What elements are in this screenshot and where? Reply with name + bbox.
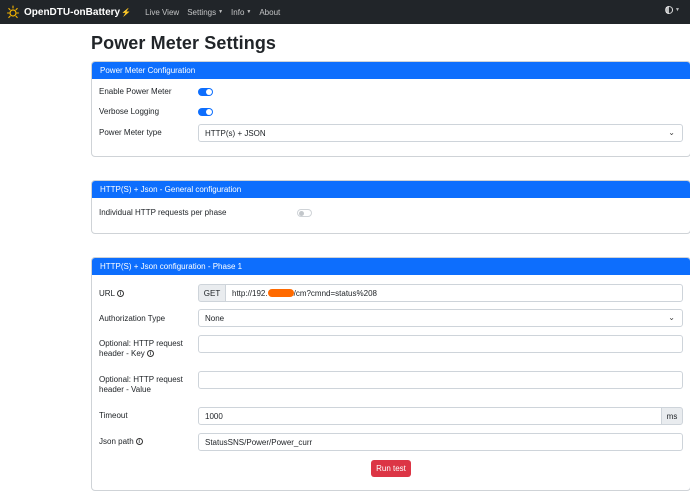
theme-toggle[interactable]: ▼ xyxy=(665,6,680,14)
brand-link[interactable]: OpenDTU-onBattery ⚡ xyxy=(6,5,131,19)
chevron-down-icon: ▼ xyxy=(246,9,252,15)
header-key-label-line1: Optional: HTTP request xyxy=(99,339,183,348)
info-icon[interactable]: i xyxy=(117,290,125,298)
card-header: HTTP(S) + Json configuration - Phase 1 xyxy=(92,258,690,275)
enable-power-meter-toggle[interactable] xyxy=(198,88,213,96)
header-key-label-line2: header - Key xyxy=(99,349,145,358)
card-header: HTTP(S) + Json - General configuration xyxy=(92,181,690,198)
bolt-icon: ⚡ xyxy=(121,7,132,17)
phase1-config-card: HTTP(S) + Json configuration - Phase 1 U… xyxy=(91,257,690,491)
timeout-unit-addon: ms xyxy=(661,407,683,425)
nav-live-view[interactable]: Live View xyxy=(145,8,179,17)
url-value-suffix: /cm?cmnd=status%208 xyxy=(293,288,377,298)
timeout-label: Timeout xyxy=(99,411,128,420)
json-path-label: Json path i xyxy=(99,437,143,447)
redaction-mark xyxy=(267,289,294,297)
url-label: URL i xyxy=(99,289,125,299)
url-method: GET xyxy=(203,288,221,298)
nav-about[interactable]: About xyxy=(259,8,280,17)
card-header: Power Meter Configuration xyxy=(92,62,690,79)
chevron-down-icon: ▼ xyxy=(675,7,680,13)
info-icon[interactable]: i xyxy=(146,350,154,358)
navbar: OpenDTU-onBattery ⚡ Live View Settings ▼… xyxy=(0,0,690,24)
power-meter-config-card: Power Meter Configuration Enable Power M… xyxy=(91,61,690,157)
power-meter-type-value: HTTP(s) + JSON xyxy=(205,128,266,138)
chevron-down-icon: ⌄ xyxy=(668,313,675,322)
info-icon[interactable]: i xyxy=(135,438,143,446)
header-key-input[interactable] xyxy=(198,335,683,353)
page-title: Power Meter Settings xyxy=(91,33,277,53)
json-path-input[interactable]: StatusSNS/Power/Power_curr xyxy=(198,433,683,451)
nav-info[interactable]: Info ▼ xyxy=(231,8,251,17)
nav-settings[interactable]: Settings ▼ xyxy=(187,8,223,17)
url-method-addon: GET xyxy=(198,284,226,302)
sun-logo-icon xyxy=(6,5,20,19)
header-value-input[interactable] xyxy=(198,371,683,389)
header-value-label-line2: header - Value xyxy=(99,385,151,394)
individual-requests-label: Individual HTTP requests per phase xyxy=(99,208,227,217)
power-meter-type-select[interactable]: HTTP(s) + JSON ⌄ xyxy=(198,124,683,142)
header-value-label-line1: Optional: HTTP request xyxy=(99,375,183,384)
auth-type-label: Authorization Type xyxy=(99,314,166,323)
auth-type-select[interactable]: None ⌄ xyxy=(198,309,683,327)
timeout-value: 1000 xyxy=(205,411,223,421)
header-key-label: Optional: HTTP request header - Key i xyxy=(99,339,183,359)
chevron-down-icon: ▼ xyxy=(218,9,224,15)
nav-info-label: Info xyxy=(231,7,245,17)
nav-about-label: About xyxy=(259,7,281,17)
url-label-text: URL xyxy=(99,289,116,298)
auth-type-value: None xyxy=(205,313,225,323)
enable-power-meter-label: Enable Power Meter xyxy=(99,87,172,96)
url-input[interactable]: http://192. /cm?cmnd=status%208 xyxy=(225,284,683,302)
power-meter-type-label: Power Meter type xyxy=(99,128,162,137)
verbose-logging-label: Verbose Logging xyxy=(99,107,160,116)
timeout-input[interactable]: 1000 xyxy=(198,407,662,425)
theme-icon xyxy=(665,6,674,14)
json-path-label-text: Json path xyxy=(99,437,134,446)
verbose-logging-toggle[interactable] xyxy=(198,108,213,116)
nav-live-view-label: Live View xyxy=(145,7,180,17)
general-config-card: HTTP(S) + Json - General configuration I… xyxy=(91,180,690,234)
header-value-label: Optional: HTTP request header - Value xyxy=(99,375,183,395)
nav-settings-label: Settings xyxy=(187,7,217,17)
json-path-value: StatusSNS/Power/Power_curr xyxy=(205,437,313,447)
run-test-button[interactable]: Run test xyxy=(371,460,411,477)
individual-requests-toggle[interactable] xyxy=(297,209,312,217)
chevron-down-icon: ⌄ xyxy=(668,128,675,137)
timeout-unit: ms xyxy=(666,411,678,421)
url-value-prefix: http://192. xyxy=(232,288,268,298)
brand-name: OpenDTU-onBattery xyxy=(24,6,121,18)
